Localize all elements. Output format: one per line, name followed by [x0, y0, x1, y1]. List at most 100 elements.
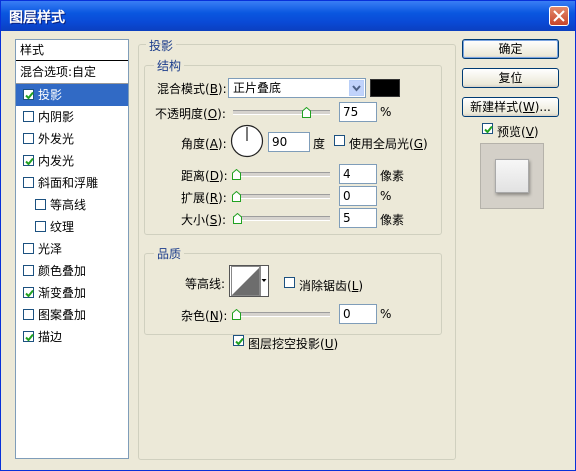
preview-label: 预览(V): [497, 125, 539, 139]
layer-style-dialog: 图层样式 样式 混合选项:自定 投影内阴影外发光内发光斜面和浮雕等高线纹理光泽颜…: [0, 0, 576, 471]
style-item-label: 描边: [38, 330, 63, 344]
spread-slider-thumb[interactable]: [232, 191, 241, 202]
style-item-checkbox[interactable]: [23, 331, 34, 342]
size-input[interactable]: 5: [339, 208, 377, 228]
style-preview-thumbnail: [480, 143, 544, 209]
style-item-checkbox[interactable]: [35, 221, 46, 232]
opacity-slider[interactable]: [233, 110, 330, 115]
style-item[interactable]: 颜色叠加: [16, 260, 128, 282]
style-item[interactable]: 投影: [16, 84, 128, 106]
contour-picker[interactable]: [229, 265, 269, 297]
opacity-slider-thumb[interactable]: [302, 107, 311, 118]
preview-checkbox[interactable]: [482, 123, 493, 134]
drop-shadow-title: 投影: [146, 37, 177, 54]
style-item[interactable]: 内阴影: [16, 106, 128, 128]
style-item-label: 纹理: [50, 220, 75, 234]
contour-dropdown-icon: [259, 266, 268, 296]
style-item[interactable]: 图案叠加: [16, 304, 128, 326]
check-icon: [25, 333, 34, 342]
global-light-label: 使用全局光(G): [349, 137, 428, 151]
opacity-input[interactable]: 75: [339, 102, 377, 122]
blend-options-item[interactable]: 混合选项:自定: [16, 61, 128, 84]
style-item-label: 图案叠加: [38, 308, 87, 322]
anti-alias-checkbox[interactable]: [284, 277, 295, 288]
distance-input[interactable]: 4: [339, 164, 377, 184]
style-item-label: 光泽: [38, 242, 63, 256]
check-icon: [484, 125, 493, 134]
window-title: 图层样式: [9, 10, 65, 26]
style-item[interactable]: 等高线: [16, 194, 128, 216]
blend-mode-value: 正片叠底: [233, 81, 282, 95]
style-item[interactable]: 内发光: [16, 150, 128, 172]
angle-unit: 度: [313, 137, 326, 151]
close-icon: [553, 10, 565, 22]
knockout-label: 图层挖空投影(U): [248, 337, 339, 351]
style-item[interactable]: 外发光: [16, 128, 128, 150]
blend-mode-label: 混合模式(B):: [157, 82, 227, 96]
blend-mode-select[interactable]: 正片叠底: [228, 78, 366, 98]
spread-input[interactable]: 0: [339, 186, 377, 206]
style-item-checkbox[interactable]: [35, 199, 46, 210]
opacity-unit: %: [380, 105, 392, 119]
styles-list: 样式 混合选项:自定 投影内阴影外发光内发光斜面和浮雕等高线纹理光泽颜色叠加渐变…: [15, 39, 129, 459]
style-item-checkbox[interactable]: [23, 133, 34, 144]
style-item-checkbox[interactable]: [23, 309, 34, 320]
noise-input[interactable]: 0: [339, 304, 377, 324]
noise-slider-thumb[interactable]: [232, 309, 241, 320]
style-item[interactable]: 光泽: [16, 238, 128, 260]
close-button[interactable]: [549, 6, 569, 26]
angle-dial[interactable]: [230, 124, 264, 158]
quality-title: 品质: [154, 245, 185, 262]
check-icon: [235, 337, 244, 346]
style-item-label: 投影: [38, 88, 63, 102]
spread-slider[interactable]: [233, 194, 330, 199]
chevron-down-icon: [349, 80, 364, 96]
style-item-checkbox[interactable]: [23, 265, 34, 276]
style-item[interactable]: 纹理: [16, 216, 128, 238]
style-item[interactable]: 描边: [16, 326, 128, 348]
size-slider[interactable]: [233, 216, 330, 221]
style-item-checkbox[interactable]: [23, 287, 34, 298]
structure-title: 结构: [154, 57, 185, 74]
contour-label: 等高线:: [185, 277, 226, 291]
style-item-label: 内阴影: [38, 110, 75, 124]
style-item-label: 内发光: [38, 154, 75, 168]
style-item-checkbox[interactable]: [23, 177, 34, 188]
style-item-checkbox[interactable]: [23, 89, 34, 100]
style-item-checkbox[interactable]: [23, 155, 34, 166]
style-item-label: 渐变叠加: [38, 286, 87, 300]
distance-slider-thumb[interactable]: [232, 169, 241, 180]
angle-label: 角度(A):: [181, 137, 227, 151]
check-icon: [25, 289, 34, 298]
ok-button[interactable]: 确定: [462, 39, 559, 59]
contour-preview-icon: [231, 266, 261, 296]
distance-label: 距离(D):: [181, 169, 228, 183]
check-icon: [25, 91, 34, 100]
reset-button[interactable]: 复位: [462, 68, 559, 88]
new-style-button[interactable]: 新建样式(W)...: [462, 97, 559, 117]
spread-unit: %: [380, 189, 392, 203]
style-item-checkbox[interactable]: [23, 243, 34, 254]
size-unit: 像素: [380, 213, 405, 227]
spread-label: 扩展(R):: [181, 191, 227, 205]
styles-list-header[interactable]: 样式: [16, 40, 128, 61]
style-item-checkbox[interactable]: [23, 111, 34, 122]
distance-slider[interactable]: [233, 172, 330, 177]
noise-slider[interactable]: [233, 312, 330, 317]
distance-unit: 像素: [380, 169, 405, 183]
global-light-checkbox[interactable]: [334, 135, 345, 146]
shadow-color-swatch[interactable]: [370, 79, 400, 97]
size-slider-thumb[interactable]: [233, 213, 242, 224]
size-label: 大小(S):: [181, 213, 227, 227]
knockout-checkbox[interactable]: [233, 335, 244, 346]
style-item-label: 斜面和浮雕: [38, 176, 99, 190]
style-item-label: 等高线: [50, 198, 87, 212]
angle-input[interactable]: 90: [268, 132, 310, 152]
style-item[interactable]: 斜面和浮雕: [16, 172, 128, 194]
check-icon: [25, 157, 34, 166]
style-item-label: 颜色叠加: [38, 264, 87, 278]
opacity-label: 不透明度(O):: [155, 107, 226, 121]
style-item-label: 外发光: [38, 132, 75, 146]
noise-unit: %: [380, 307, 392, 321]
style-item[interactable]: 渐变叠加: [16, 282, 128, 304]
